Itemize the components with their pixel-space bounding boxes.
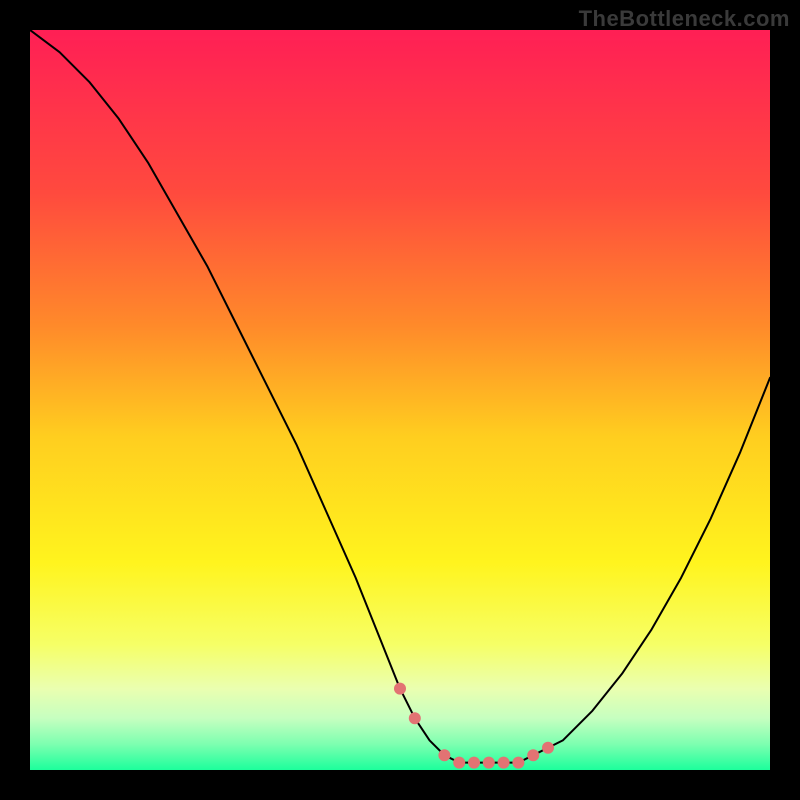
chart-frame: TheBottleneck.com bbox=[0, 0, 800, 800]
sweet-spot-marker bbox=[438, 749, 450, 761]
sweet-spot-marker bbox=[394, 683, 406, 695]
sweet-spot-marker bbox=[527, 749, 539, 761]
watermark-label: TheBottleneck.com bbox=[579, 6, 790, 32]
plot-area bbox=[30, 30, 770, 770]
sweet-spot-marker bbox=[453, 757, 465, 769]
sweet-spot-marker bbox=[483, 757, 495, 769]
sweet-spot-marker bbox=[542, 742, 554, 754]
sweet-spot-marker bbox=[409, 712, 421, 724]
sweet-spot-marker bbox=[468, 757, 480, 769]
plot-svg bbox=[30, 30, 770, 770]
sweet-spot-marker bbox=[498, 757, 510, 769]
sweet-spot-marker bbox=[512, 757, 524, 769]
gradient-rect bbox=[30, 30, 770, 770]
